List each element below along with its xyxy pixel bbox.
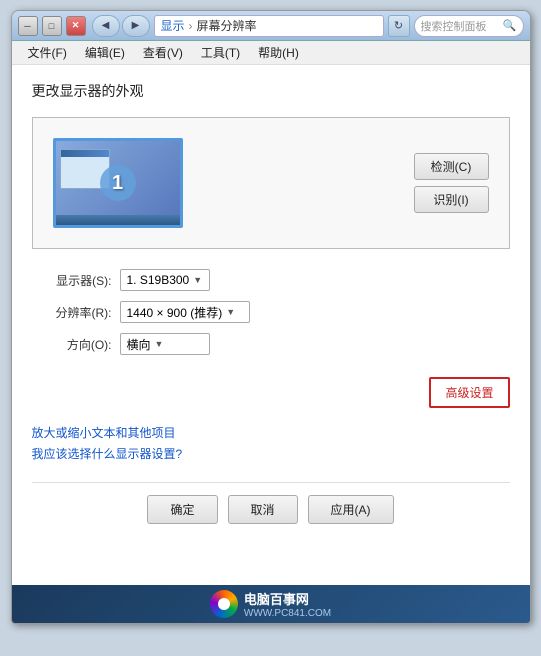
- resolution-select-arrow: ▼: [226, 307, 235, 317]
- display-row: 显示器(S): 1. S19B300 ▼: [32, 269, 510, 291]
- advanced-btn-area: 高级设置: [32, 377, 510, 408]
- search-bar[interactable]: 搜索控制面板 🔍: [414, 15, 524, 37]
- mini-taskbar: [56, 215, 180, 225]
- link-resize-text[interactable]: 放大或缩小文本和其他项目: [32, 424, 510, 441]
- detect-button[interactable]: 检测(C): [414, 153, 489, 180]
- menu-view[interactable]: 查看(V): [135, 42, 191, 63]
- resolution-control: 1440 × 900 (推荐) ▼: [120, 301, 250, 323]
- links-section: 放大或缩小文本和其他项目 我应该选择什么显示器设置?: [32, 424, 510, 462]
- monitor-buttons: 检测(C) 识别(I): [414, 153, 489, 213]
- forward-button[interactable]: ▶: [122, 15, 150, 37]
- watermark-site-url: WWW.PC841.COM: [244, 608, 331, 619]
- watermark: 电脑百事网 WWW.PC841.COM: [12, 585, 530, 623]
- bottom-bar: 确定 取消 应用(A): [32, 482, 510, 532]
- orientation-select-arrow: ▼: [155, 339, 164, 349]
- display-select[interactable]: 1. S19B300 ▼: [120, 269, 210, 291]
- orientation-label: 方向(O):: [32, 336, 112, 353]
- breadcrumb-display[interactable]: 显示: [161, 17, 185, 34]
- resolution-select[interactable]: 1440 × 900 (推荐) ▼: [120, 301, 250, 323]
- breadcrumb-sep: ›: [189, 19, 193, 33]
- monitor-screen: 1: [56, 141, 180, 225]
- menu-help[interactable]: 帮助(H): [250, 42, 307, 63]
- advanced-button[interactable]: 高级设置: [429, 377, 509, 408]
- settings-section: 显示器(S): 1. S19B300 ▼ 分辨率(R): 1440 × 900 …: [32, 265, 510, 369]
- display-label: 显示器(S):: [32, 272, 112, 289]
- watermark-site-name: 电脑百事网: [244, 589, 331, 608]
- minimize-button[interactable]: ─: [18, 16, 38, 36]
- cancel-button[interactable]: 取消: [228, 495, 298, 524]
- search-placeholder: 搜索控制面板: [421, 18, 499, 34]
- watermark-text-area: 电脑百事网 WWW.PC841.COM: [244, 589, 331, 619]
- menu-file[interactable]: 文件(F): [20, 42, 75, 63]
- orientation-row: 方向(O): 横向 ▼: [32, 333, 510, 355]
- maximize-button[interactable]: □: [42, 16, 62, 36]
- display-value: 1. S19B300: [127, 273, 190, 287]
- back-button[interactable]: ◀: [92, 15, 120, 37]
- orientation-select[interactable]: 横向 ▼: [120, 333, 210, 355]
- apply-button[interactable]: 应用(A): [308, 495, 394, 524]
- window-controls: ─ □ ✕: [18, 16, 86, 36]
- mini-window-title: [61, 150, 109, 157]
- content-area: 更改显示器的外观 1 检测(C) 识别(I): [12, 65, 530, 585]
- orientation-value: 横向: [127, 336, 151, 353]
- main-window: ─ □ ✕ ◀ ▶ 显示 › 屏幕分辨率 ↻ 搜索控制面板 🔍 文件(F) 编辑…: [11, 10, 531, 624]
- monitor-preview: 1: [53, 138, 183, 228]
- breadcrumb: 显示 › 屏幕分辨率: [154, 15, 384, 37]
- breadcrumb-current: 屏幕分辨率: [197, 17, 257, 34]
- ok-button[interactable]: 确定: [147, 495, 217, 524]
- resolution-label: 分辨率(R):: [32, 304, 112, 321]
- close-button[interactable]: ✕: [66, 16, 86, 36]
- orientation-control: 横向 ▼: [120, 333, 210, 355]
- page-title: 更改显示器的外观: [32, 81, 510, 101]
- nav-arrows: ◀ ▶: [92, 15, 150, 37]
- menu-tools[interactable]: 工具(T): [193, 42, 248, 63]
- menu-edit[interactable]: 编辑(E): [77, 42, 133, 63]
- search-icon: 🔍: [503, 19, 517, 32]
- refresh-button[interactable]: ↻: [388, 15, 410, 37]
- display-select-arrow: ▼: [193, 275, 202, 285]
- title-bar: ─ □ ✕ ◀ ▶ 显示 › 屏幕分辨率 ↻ 搜索控制面板 🔍: [12, 11, 530, 41]
- watermark-logo-inner: [218, 598, 230, 610]
- display-control: 1. S19B300 ▼: [120, 269, 210, 291]
- identify-button[interactable]: 识别(I): [414, 186, 489, 213]
- nav-bar: ◀ ▶ 显示 › 屏幕分辨率 ↻ 搜索控制面板 🔍: [92, 15, 524, 37]
- monitor-section: 1 检测(C) 识别(I): [32, 117, 510, 249]
- link-display-settings[interactable]: 我应该选择什么显示器设置?: [32, 445, 510, 462]
- monitor-number: 1: [100, 165, 136, 201]
- resolution-value: 1440 × 900 (推荐): [127, 304, 223, 321]
- resolution-row: 分辨率(R): 1440 × 900 (推荐) ▼: [32, 301, 510, 323]
- menu-bar: 文件(F) 编辑(E) 查看(V) 工具(T) 帮助(H): [12, 41, 530, 65]
- watermark-logo: [210, 590, 238, 618]
- monitor-display: 1: [53, 138, 183, 228]
